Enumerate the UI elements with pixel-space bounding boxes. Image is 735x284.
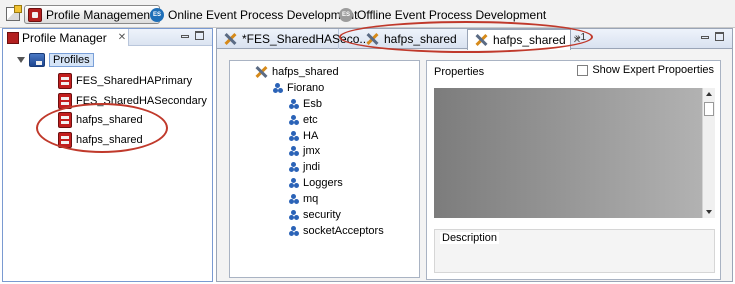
perspective-offline-development[interactable]: ES Offline Event Process Development — [339, 5, 546, 24]
property-sheet[interactable] — [434, 88, 702, 218]
tree-label: jndi — [303, 161, 321, 173]
description-box: Description — [434, 229, 715, 273]
tree-label: Profiles — [49, 53, 94, 67]
config-tree-node[interactable]: jmx — [289, 143, 320, 159]
profile-icon — [28, 7, 42, 22]
maximize-icon[interactable] — [195, 31, 204, 40]
config-tree-node[interactable]: jndi — [289, 159, 320, 175]
config-tree-root[interactable]: hafps_shared — [254, 64, 339, 80]
editor-area: *FES_SharedHASeco... hafps_shared hafps_… — [216, 28, 733, 282]
tree-label: hafps_shared — [272, 66, 339, 78]
tab-label: *FES_SharedHASeco... — [242, 32, 370, 46]
tools-icon — [474, 33, 488, 47]
scroll-thumb[interactable] — [704, 102, 714, 116]
minimize-icon[interactable] — [701, 36, 709, 39]
node-icon — [289, 226, 299, 236]
tree-label: etc — [303, 114, 318, 126]
perspective-label: Offline Event Process Development — [357, 7, 547, 22]
tree-label: FES_SharedHAPrimary — [76, 75, 193, 87]
editor-window-controls — [701, 32, 724, 41]
tools-icon — [254, 65, 268, 79]
tree-label: mq — [303, 193, 319, 205]
properties-panel: Properties Show Expert Propoerties Descr… — [426, 60, 721, 280]
node-icon — [289, 210, 299, 220]
config-tree-group[interactable]: Fiorano — [273, 80, 324, 96]
perspective-online-development[interactable]: ES Online Event Process Development — [150, 5, 357, 24]
perspective-profile-management[interactable]: Profile Management — [24, 5, 161, 24]
tab-label: hafps_shared — [493, 33, 566, 47]
tree-label: socketAcceptors — [303, 225, 384, 237]
fes-profile-icon — [58, 73, 72, 89]
tree-label: jmx — [303, 145, 321, 157]
open-perspective-icon[interactable] — [6, 5, 22, 21]
fes-profile-icon — [58, 93, 72, 109]
perspective-bar: Profile Management ES Online Event Proce… — [0, 0, 735, 28]
tree-label: HA — [303, 130, 319, 142]
perspective-label: Profile Management — [46, 7, 154, 22]
tree-label: Esb — [303, 98, 322, 110]
tree-label: FES_SharedHASecondary — [76, 95, 207, 107]
scroll-down-icon[interactable] — [706, 210, 712, 214]
tree-item-profile[interactable]: FES_SharedHASecondary — [58, 93, 207, 109]
node-icon — [289, 194, 299, 204]
tab-label: hafps_shared — [384, 32, 457, 46]
tree-label: Fiorano — [287, 82, 325, 94]
tree-item-profile[interactable]: hafps_shared — [58, 132, 143, 148]
node-icon — [289, 162, 299, 172]
profile-manager-view: Profile Manager ✕ Profiles FES_SharedHAP… — [2, 28, 213, 282]
properties-title: Properties — [434, 66, 485, 78]
tree-label: security — [303, 209, 341, 221]
node-icon — [289, 146, 299, 156]
node-icon — [289, 131, 299, 141]
tab-profile-manager[interactable]: Profile Manager ✕ — [3, 29, 129, 46]
checkbox-icon[interactable] — [577, 64, 589, 76]
tools-icon — [223, 32, 237, 46]
profile-manager-icon — [7, 31, 19, 44]
node-icon — [289, 99, 299, 109]
event-process-icon: ES — [339, 7, 353, 22]
config-tree-panel: hafps_shared Fiorano Esb etc HA jmx jndi — [229, 60, 420, 278]
config-tree-node[interactable]: HA — [289, 128, 318, 144]
profiles-folder-icon — [29, 53, 45, 67]
config-tree-node[interactable]: socketAcceptors — [289, 223, 384, 239]
config-tree-node[interactable]: Esb — [289, 96, 322, 112]
scroll-up-icon[interactable] — [706, 92, 712, 96]
tree-root-profiles[interactable]: Profiles — [17, 52, 94, 68]
config-tree-node[interactable]: mq — [289, 191, 318, 207]
tools-icon — [365, 32, 379, 46]
perspective-label: Online Event Process Development — [168, 7, 358, 22]
minimize-icon[interactable] — [181, 35, 189, 38]
node-icon — [289, 178, 299, 188]
tree-label: hafps_shared — [76, 114, 143, 126]
tree-item-profile[interactable]: FES_SharedHAPrimary — [58, 73, 192, 89]
node-icon — [273, 83, 283, 93]
node-icon — [289, 115, 299, 125]
tab-hafps-shared-2[interactable]: hafps_shared ✕ — [467, 29, 581, 50]
fes-profile-icon — [58, 112, 72, 128]
show-expert-properties-checkbox[interactable]: Show Expert Propoerties — [577, 64, 714, 76]
view-tab-bar: Profile Manager ✕ — [3, 29, 212, 46]
checkbox-label: Show Expert Propoerties — [592, 64, 714, 76]
tab-overflow-chevron-icon[interactable]: »1 — [575, 32, 586, 43]
config-tree-node[interactable]: security — [289, 207, 341, 223]
tab-fes-shared-ha-secondary[interactable]: *FES_SharedHASeco... — [217, 29, 369, 49]
config-tree-node[interactable]: Loggers — [289, 175, 343, 191]
view-window-controls — [181, 31, 204, 40]
description-title: Description — [440, 232, 500, 244]
tab-hafps-shared-1[interactable]: hafps_shared — [359, 29, 469, 49]
editor-tab-bar: *FES_SharedHASeco... hafps_shared hafps_… — [217, 29, 732, 50]
fes-profile-icon — [58, 132, 72, 148]
tree-label: hafps_shared — [76, 134, 143, 146]
property-scrollbar[interactable] — [702, 88, 715, 218]
event-process-icon: ES — [150, 7, 164, 22]
tree-item-profile[interactable]: hafps_shared — [58, 112, 143, 128]
close-icon[interactable]: ✕ — [118, 32, 126, 43]
tree-label: Loggers — [303, 177, 343, 189]
expand-icon[interactable] — [17, 57, 25, 63]
config-tree-node[interactable]: etc — [289, 112, 318, 128]
maximize-icon[interactable] — [715, 32, 724, 41]
view-title: Profile Manager — [22, 30, 107, 45]
